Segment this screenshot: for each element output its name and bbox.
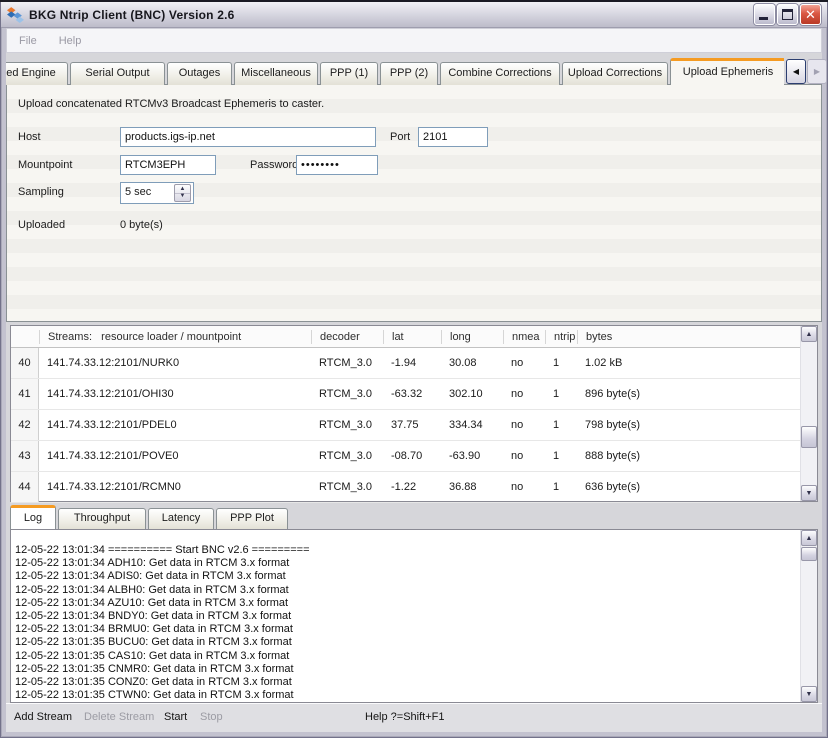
minimize-button[interactable] [754,4,775,25]
table-row[interactable]: 40 141.74.33.12:2101/NURK0 RTCM_3.0 -1.9… [11,348,800,379]
tab-serial-output[interactable]: Serial Output [70,62,165,85]
tab-scroll-right-icon: ▶ [814,67,820,76]
log-line: 12-05-22 13:01:35 CTWN0: Get data in RTC… [15,689,796,702]
password-label: Password [250,159,298,171]
action-bar: Add Stream Delete Stream Start Stop Help… [6,703,822,732]
output-tab-bar: Log Throughput Latency PPP Plot [10,505,290,529]
log-scrollbar[interactable]: ▲ ▼ [800,530,817,702]
scroll-down-icon[interactable]: ▼ [801,686,817,702]
minimize-icon [759,17,768,20]
streams-table-header: Streams: resource loader / mountpoint de… [11,326,800,348]
log-line: 12-05-22 13:01:35 CONZ0: Get data in RTC… [15,676,796,689]
menu-file[interactable]: File [9,35,47,47]
sampling-spinner[interactable]: 5 sec ▲ ▼ [120,182,194,204]
header-bytes: bytes [577,330,800,344]
port-label: Port [390,131,410,143]
tab-ppp-plot[interactable]: PPP Plot [216,508,288,529]
log-line: 12-05-22 13:01:35 BUCU0: Get data in RTC… [15,636,796,649]
upload-ephemeris-panel: Upload concatenated RTCMv3 Broadcast Eph… [6,84,822,322]
app-icon [7,6,24,23]
log-text-area[interactable]: 12-05-22 13:01:34 ========== Start BNC v… [11,530,800,702]
header-nmea: nmea [503,330,545,344]
tab-ppp-1[interactable]: PPP (1) [320,62,378,85]
tab-throughput[interactable]: Throughput [58,508,146,529]
header-lat: lat [383,330,441,344]
tab-feed-engine[interactable]: ed Engine [6,62,68,85]
log-line: 12-05-22 13:01:34 AZU10: Get data in RTC… [15,597,796,610]
streams-table: Streams: resource loader / mountpoint de… [10,325,818,502]
sampling-spin-buttons: ▲ ▼ [174,184,191,202]
header-row-number [11,330,39,344]
tab-combine-corrections[interactable]: Combine Corrections [440,62,560,85]
title-bar[interactable]: BKG Ntrip Client (BNC) Version 2.6 ✕ [1,2,827,28]
header-long: long [441,330,503,344]
password-input[interactable] [296,155,378,175]
streams-scrollbar-thumb[interactable] [801,426,817,448]
window-title: BKG Ntrip Client (BNC) Version 2.6 [29,8,235,22]
log-line: 12-05-22 13:01:34 ALBH0: Get data in RTC… [15,584,796,597]
table-row[interactable]: 41 141.74.33.12:2101/OHI30 RTCM_3.0 -63.… [11,379,800,410]
menu-bar: File Help [6,28,822,53]
menu-help[interactable]: Help [49,35,92,47]
log-line: 12-05-22 13:01:34 BNDY0: Get data in RTC… [15,610,796,623]
log-line: 12-05-22 13:01:34 ADIS0: Get data in RTC… [15,570,796,583]
table-row[interactable]: 44 141.74.33.12:2101/RCMN0 RTCM_3.0 -1.2… [11,472,800,503]
tab-latency[interactable]: Latency [148,508,214,529]
maximize-icon [782,9,793,20]
mountpoint-input[interactable] [120,155,216,175]
header-streams: Streams: resource loader / mountpoint [39,330,311,344]
sampling-value: 5 sec [125,186,151,198]
header-decoder: decoder [311,330,383,344]
settings-tab-bar: ed Engine Serial Output Outages Miscella… [6,58,784,85]
tab-upload-ephemeris[interactable]: Upload Ephemeris [670,58,784,85]
tab-upload-corrections[interactable]: Upload Corrections [562,62,668,85]
sampling-label: Sampling [18,186,64,198]
maximize-button[interactable] [777,4,798,25]
help-shortcut-label[interactable]: Help ?=Shift+F1 [365,711,445,723]
stop-button: Stop [200,711,223,723]
mountpoint-label: Mountpoint [18,159,72,171]
spin-down-icon[interactable]: ▼ [175,192,190,201]
delete-stream-button: Delete Stream [84,711,154,723]
scroll-down-icon[interactable]: ▼ [801,485,817,501]
log-line: 12-05-22 13:01:34 BRMU0: Get data in RTC… [15,623,796,636]
port-input[interactable] [418,127,488,147]
host-label: Host [18,131,41,143]
log-line: 12-05-22 13:01:35 CAS10: Get data in RTC… [15,650,796,663]
add-stream-button[interactable]: Add Stream [14,711,72,723]
tab-log[interactable]: Log [10,505,56,529]
tab-scroll-left-icon: ◀ [793,67,799,76]
tab-outages[interactable]: Outages [167,62,232,85]
close-button[interactable]: ✕ [800,4,821,25]
close-icon: ✕ [801,5,820,24]
tab-ppp-2[interactable]: PPP (2) [380,62,438,85]
log-line: 12-05-22 13:01:35 CNMR0: Get data in RTC… [15,663,796,676]
start-button[interactable]: Start [164,711,187,723]
streams-scrollbar[interactable]: ▲ ▼ [800,326,817,501]
table-row[interactable]: 43 141.74.33.12:2101/POVE0 RTCM_3.0 -08.… [11,441,800,472]
streams-table-body: 40 141.74.33.12:2101/NURK0 RTCM_3.0 -1.9… [11,348,800,501]
host-input[interactable] [120,127,376,147]
table-row[interactable]: 42 141.74.33.12:2101/PDEL0 RTCM_3.0 37.7… [11,410,800,441]
uploaded-value: 0 byte(s) [120,219,163,231]
log-panel: 12-05-22 13:01:34 ========== Start BNC v… [10,529,818,703]
scroll-up-icon[interactable]: ▲ [801,326,817,342]
log-scrollbar-thumb[interactable] [801,547,817,561]
tab-miscellaneous[interactable]: Miscellaneous [234,62,318,85]
bnc-main-window: BKG Ntrip Client (BNC) Version 2.6 ✕ Fil… [0,0,828,738]
panel-description: Upload concatenated RTCMv3 Broadcast Eph… [18,98,324,110]
uploaded-label: Uploaded [18,219,65,231]
tab-scroll-right-button: ▶ [807,59,827,84]
header-ntrip: ntrip [545,330,577,344]
log-line: 12-05-22 13:01:34 ADH10: Get data in RTC… [15,557,796,570]
scroll-up-icon[interactable]: ▲ [801,530,817,546]
tab-scroll-left-button[interactable]: ◀ [786,59,806,84]
log-line: 12-05-22 13:01:34 ========== Start BNC v… [15,544,796,557]
